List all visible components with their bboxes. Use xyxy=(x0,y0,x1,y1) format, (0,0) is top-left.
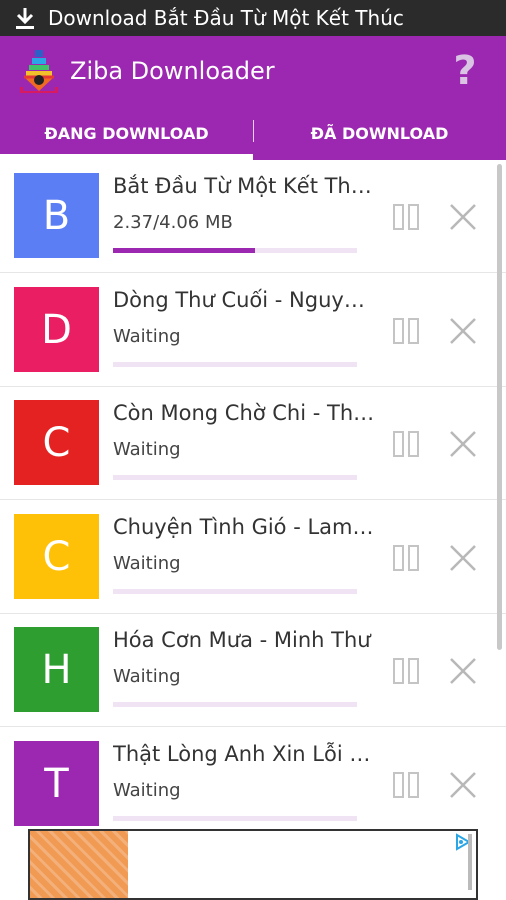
pause-icon[interactable] xyxy=(391,656,421,686)
help-button[interactable]: ? xyxy=(450,48,480,94)
song-title: Bắt Đầu Từ Một Kết Thúc xyxy=(113,174,375,198)
download-row[interactable]: C Chuyện Tình Gió - Lam Trường Waiting xyxy=(0,501,506,614)
ad-banner[interactable] xyxy=(28,829,478,900)
song-avatar: C xyxy=(14,400,99,485)
tab-downloaded-label: ĐÃ DOWNLOAD xyxy=(310,123,449,143)
song-title: Còn Mong Chờ Chi - Thủy Tiên xyxy=(113,401,375,425)
download-progress-bar xyxy=(113,589,357,594)
ad-scrollbar xyxy=(468,834,472,890)
download-status: Waiting xyxy=(113,666,181,687)
song-avatar: T xyxy=(14,741,99,826)
scrollbar[interactable] xyxy=(497,164,502,650)
download-status: 2.37/4.06 MB xyxy=(113,212,233,233)
close-icon[interactable] xyxy=(448,656,478,686)
song-avatar: D xyxy=(14,287,99,372)
pause-icon[interactable] xyxy=(391,543,421,573)
song-title: Hóa Cơn Mưa - Minh Thư xyxy=(113,628,371,652)
song-title: Dòng Thư Cuối - Nguyễn Văn xyxy=(113,288,375,312)
song-title: Thật Lòng Anh Xin Lỗi - Lâm xyxy=(113,742,375,766)
close-icon[interactable] xyxy=(448,202,478,232)
tab-downloading[interactable]: ĐANG DOWNLOAD xyxy=(0,106,253,160)
song-avatar: B xyxy=(14,173,99,258)
download-progress-bar xyxy=(113,475,357,480)
song-title: Chuyện Tình Gió - Lam Trường xyxy=(113,515,375,539)
app-bar: Ziba Downloader ? xyxy=(0,36,506,106)
notification-text: Download Bắt Đầu Từ Một Kết Thúc xyxy=(48,6,404,30)
song-avatar: C xyxy=(14,514,99,599)
download-status: Waiting xyxy=(113,780,181,801)
download-status: Waiting xyxy=(113,326,181,347)
download-row[interactable]: C Còn Mong Chờ Chi - Thủy Tiên Waiting xyxy=(0,387,506,500)
close-icon[interactable] xyxy=(448,770,478,800)
download-status: Waiting xyxy=(113,553,181,574)
download-arrow-icon xyxy=(16,8,34,29)
pause-icon[interactable] xyxy=(391,770,421,800)
pause-icon[interactable] xyxy=(391,316,421,346)
close-icon[interactable] xyxy=(448,316,478,346)
download-status: Waiting xyxy=(113,439,181,460)
download-progress-bar xyxy=(113,816,357,821)
download-progress-bar xyxy=(113,702,357,707)
download-row[interactable]: D Dòng Thư Cuối - Nguyễn Văn Waiting xyxy=(0,274,506,387)
tab-downloading-label: ĐANG DOWNLOAD xyxy=(44,123,209,143)
tab-downloaded[interactable]: ĐÃ DOWNLOAD xyxy=(253,106,506,160)
download-progress-bar xyxy=(113,248,357,253)
status-bar: Download Bắt Đầu Từ Một Kết Thúc xyxy=(0,0,506,36)
close-icon[interactable] xyxy=(448,429,478,459)
tab-bar: ĐANG DOWNLOAD ĐÃ DOWNLOAD xyxy=(0,106,506,160)
download-progress-fill xyxy=(113,248,255,253)
download-row[interactable]: H Hóa Cơn Mưa - Minh Thư Waiting xyxy=(0,614,506,727)
app-title: Ziba Downloader xyxy=(70,57,275,85)
download-row[interactable]: T Thật Lòng Anh Xin Lỗi - Lâm Waiting xyxy=(0,728,506,828)
pause-icon[interactable] xyxy=(391,429,421,459)
pause-icon[interactable] xyxy=(391,202,421,232)
ad-image[interactable] xyxy=(30,831,128,898)
download-row[interactable]: B Bắt Đầu Từ Một Kết Thúc 2.37/4.06 MB xyxy=(0,160,506,273)
song-avatar: H xyxy=(14,627,99,712)
download-progress-bar xyxy=(113,362,357,367)
close-icon[interactable] xyxy=(448,543,478,573)
download-list[interactable]: B Bắt Đầu Từ Một Kết Thúc 2.37/4.06 MB D Dòn… xyxy=(0,160,506,828)
ziba-logo-icon xyxy=(20,50,58,93)
